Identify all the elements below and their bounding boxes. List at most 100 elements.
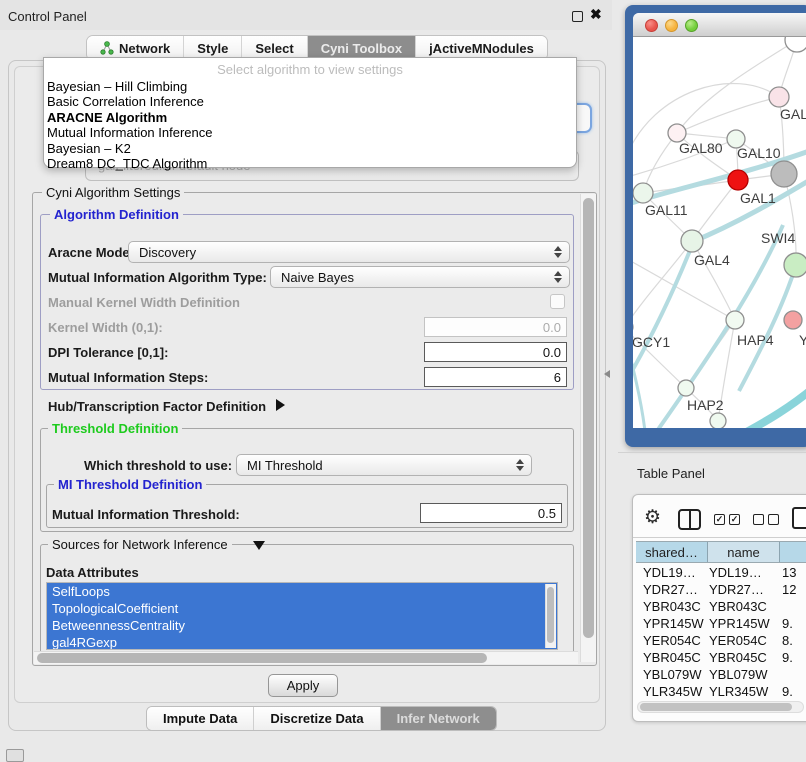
- tab-cyni-toolbox-label: Cyni Toolbox: [321, 41, 402, 56]
- network-node[interactable]: [771, 161, 797, 187]
- dropdown-item-selected[interactable]: ARACNE Algorithm: [44, 110, 576, 125]
- network-node-label: GAL1: [740, 190, 776, 206]
- dropdown-item[interactable]: Dream8 DC_TDC Algorithm: [44, 156, 576, 171]
- check-all-icon[interactable]: ✓: [729, 514, 740, 525]
- table-cell: 9.: [774, 649, 806, 666]
- table-cell: 9.: [774, 615, 806, 632]
- hub-definition-label: Hub/Transcription Factor Definition: [48, 399, 266, 414]
- gear-icon[interactable]: ⚙: [644, 507, 661, 529]
- table-cell: YBL079W: [636, 666, 704, 683]
- table-cell: YDR27…: [704, 581, 774, 598]
- float-panel-icon[interactable]: [572, 11, 583, 22]
- settings-vertical-scrollbar-thumb[interactable]: [583, 198, 594, 638]
- aracne-mode-label: Aracne Mode:: [48, 245, 134, 260]
- split-pane-handle[interactable]: [604, 370, 611, 378]
- which-threshold-combobox[interactable]: MI Threshold: [236, 454, 532, 476]
- table-row[interactable]: YPR145WYPR145W9.: [636, 615, 806, 632]
- table-row[interactable]: YER054CYER054C8.: [636, 632, 806, 649]
- network-node[interactable]: [710, 413, 726, 428]
- tab-discretize-data[interactable]: Discretize Data: [254, 707, 380, 730]
- close-panel-icon[interactable]: ✖: [590, 6, 602, 23]
- check-all-icon[interactable]: ✓: [714, 514, 725, 525]
- network-node[interactable]: [726, 311, 744, 329]
- settings-horizontal-scrollbar-thumb[interactable]: [37, 653, 487, 663]
- spinner-arrows-icon: [554, 271, 562, 283]
- dpi-tolerance-field[interactable]: 0.0: [424, 342, 567, 362]
- table-cell: YER054C: [704, 632, 774, 649]
- dropdown-item[interactable]: Basic Correlation Inference: [44, 94, 576, 109]
- aracne-mode-combobox[interactable]: Discovery: [128, 241, 570, 263]
- close-traffic-light-icon[interactable]: [645, 19, 658, 32]
- attribute-item[interactable]: SelfLoops: [47, 583, 557, 600]
- kernel-width-field[interactable]: 0.0: [424, 317, 567, 337]
- tab-infer-network-label: Infer Network: [397, 711, 480, 726]
- settings-vertical-scrollbar[interactable]: [580, 194, 596, 662]
- mi-algorithm-type-combobox[interactable]: Naive Bayes: [270, 266, 570, 288]
- mi-steps-field[interactable]: 6: [424, 367, 567, 387]
- table-cell: YBR045C: [636, 649, 704, 666]
- table-cell: YER054C: [636, 632, 704, 649]
- uncheck-all-icon[interactable]: [753, 514, 764, 525]
- table-cell: YPR145W: [636, 615, 704, 632]
- spinner-arrows-icon: [554, 246, 562, 258]
- uncheck-all-icon[interactable]: [768, 514, 779, 525]
- network-window-titlebar[interactable]: [633, 13, 806, 37]
- dropdown-item[interactable]: Mutual Information Inference: [44, 125, 576, 140]
- table-cell: YLR345W: [704, 683, 774, 700]
- table-row[interactable]: YBR045CYBR045C9.: [636, 649, 806, 666]
- column-header-shared-name[interactable]: shared…: [636, 542, 708, 562]
- table-row[interactable]: YDR27…YDR27…12: [636, 581, 806, 598]
- toolbar-divider: [633, 537, 806, 538]
- settings-horizontal-scrollbar[interactable]: [34, 651, 578, 664]
- zoom-traffic-light-icon[interactable]: [685, 19, 698, 32]
- tab-select-label: Select: [255, 41, 293, 56]
- split-columns-icon[interactable]: [678, 509, 701, 530]
- tab-infer-network[interactable]: Infer Network: [381, 707, 496, 730]
- attribute-item[interactable]: TopologicalCoefficient: [47, 600, 557, 617]
- table-panel-title: Table Panel: [637, 466, 705, 481]
- network-node[interactable]: [769, 87, 789, 107]
- attributes-scrollbar[interactable]: [545, 584, 556, 648]
- table-cell: YDL19…: [636, 564, 704, 581]
- mi-threshold-definition-title: MI Threshold Definition: [54, 477, 206, 492]
- table-row[interactable]: YDL19…YDL19…13: [636, 564, 806, 581]
- table-horizontal-scrollbar[interactable]: [637, 701, 804, 713]
- network-node[interactable]: [784, 311, 802, 329]
- table-horizontal-scrollbar-thumb[interactable]: [640, 703, 792, 711]
- tab-impute-data[interactable]: Impute Data: [147, 707, 254, 730]
- dropdown-item[interactable]: Bayesian – K2: [44, 141, 576, 156]
- table-cell: YDR27…: [636, 581, 704, 598]
- table-cell: YPR145W: [704, 615, 774, 632]
- network-node-label: GCY1: [633, 334, 670, 350]
- new-table-icon[interactable]: [792, 507, 806, 529]
- attribute-item[interactable]: gal4RGexp: [47, 634, 557, 650]
- column-header-clipped[interactable]: [780, 542, 806, 562]
- network-node[interactable]: [784, 253, 806, 277]
- dropdown-item[interactable]: Bayesian – Hill Climbing: [44, 79, 576, 94]
- network-node[interactable]: [681, 230, 703, 252]
- apply-button[interactable]: Apply: [268, 674, 338, 697]
- expand-hub-icon[interactable]: [276, 399, 285, 411]
- collapse-sources-icon[interactable]: [253, 541, 265, 550]
- mi-threshold-field[interactable]: 0.5: [420, 503, 562, 523]
- table-row[interactable]: YBL079WYBL079W: [636, 666, 806, 683]
- network-tab-icon: [100, 41, 114, 55]
- column-header-name[interactable]: name: [708, 542, 780, 562]
- network-node[interactable]: [678, 380, 694, 396]
- network-node-label: Y: [799, 332, 806, 348]
- attribute-item[interactable]: BetweennessCentrality: [47, 617, 557, 634]
- table-row[interactable]: YBR043CYBR043C: [636, 598, 806, 615]
- network-node[interactable]: [728, 170, 748, 190]
- docked-panel-icon[interactable]: [6, 749, 24, 762]
- network-node[interactable]: [785, 37, 806, 52]
- network-node[interactable]: [633, 183, 653, 203]
- network-node-label: GAL11: [645, 202, 688, 218]
- minimize-traffic-light-icon[interactable]: [665, 19, 678, 32]
- network-node-label: GAL7: [780, 106, 806, 122]
- table-row[interactable]: YLR345WYLR345W9.: [636, 683, 806, 700]
- network-canvas[interactable]: GAL7GAL80GAL10GAL1GAL11GAL4SWI4HAP4YGCY1…: [633, 37, 806, 428]
- table-cell: 8.: [774, 632, 806, 649]
- sources-title: Sources for Network Inference: [48, 537, 232, 552]
- tab-network-label: Network: [119, 41, 170, 56]
- manual-kernel-width-checkbox[interactable]: [550, 294, 565, 309]
